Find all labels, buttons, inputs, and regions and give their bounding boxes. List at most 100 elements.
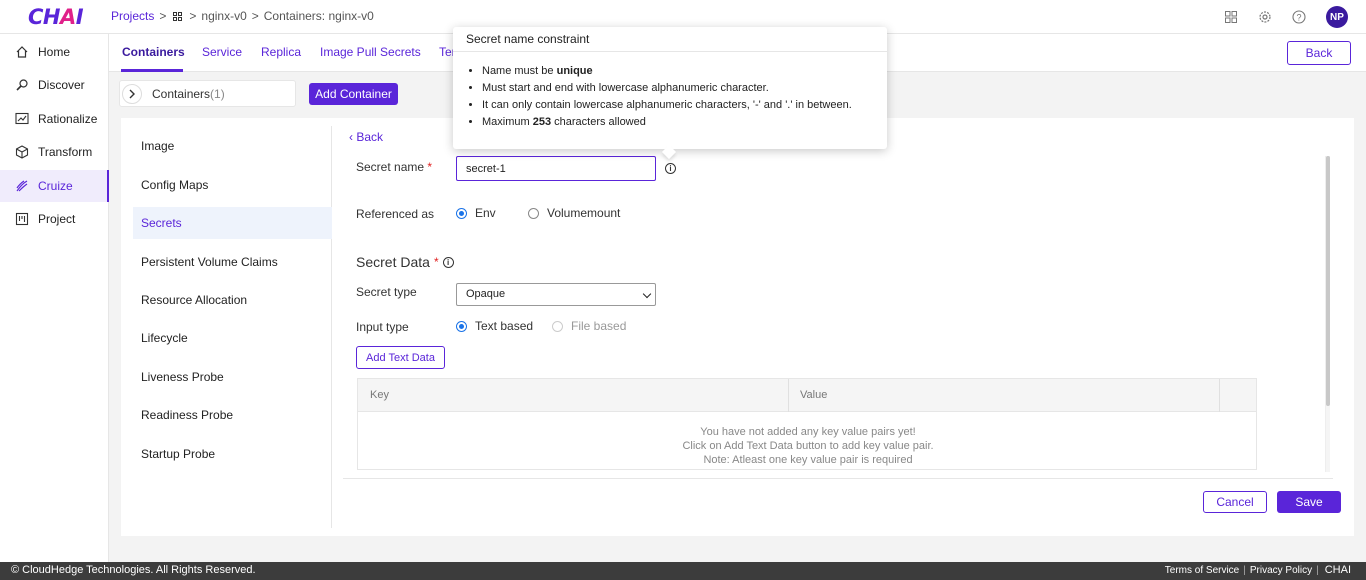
back-link-label: Back <box>356 130 384 144</box>
key-value-table: Key Value You have not added any key val… <box>357 378 1257 470</box>
constraint-emphasis: 253 <box>532 116 552 128</box>
add-text-data-button[interactable]: Add Text Data <box>356 346 445 369</box>
column-divider <box>788 379 789 412</box>
tab-service[interactable]: Service <box>202 45 242 59</box>
sidebar-item-rationalize[interactable]: Rationalize <box>0 103 109 135</box>
nav-item-readiness-probe[interactable]: Readiness Probe <box>133 399 332 431</box>
save-button[interactable]: Save <box>1277 491 1341 513</box>
cancel-button[interactable]: Cancel <box>1203 491 1267 513</box>
container-settings-nav: Image Config Maps Secrets Persistent Vol… <box>133 126 332 528</box>
terms-of-service-link[interactable]: Terms of Service <box>1161 565 1243 576</box>
nav-item-image[interactable]: Image <box>133 130 332 162</box>
required-mark: * <box>427 160 433 174</box>
nav-item-startup-probe[interactable]: Startup Probe <box>133 438 332 470</box>
sidebar-item-transform[interactable]: Transform <box>0 136 109 168</box>
key-value-table-header: Key Value <box>358 379 1256 412</box>
project-grid-icon <box>173 11 183 21</box>
sidebar-item-label: Cruize <box>38 179 73 193</box>
chevron-right-icon[interactable] <box>122 83 142 104</box>
project-icon <box>14 211 30 227</box>
cruize-icon <box>14 178 30 194</box>
secret-name-label-text: Secret name <box>356 160 425 174</box>
add-container-button[interactable]: Add Container <box>309 83 398 105</box>
secret-form: ‹ Back Secret name * i Referenced as Env… <box>343 126 1343 526</box>
tab-containers[interactable]: Containers <box>122 45 185 59</box>
sidebar-item-label: Rationalize <box>38 112 98 126</box>
nav-item-persistent-volume-claims[interactable]: Persistent Volume Claims <box>133 246 332 278</box>
chevron-down-icon <box>642 289 652 299</box>
radio-text-based-selected-icon <box>456 320 467 332</box>
sidebar-item-home[interactable]: Home <box>0 36 109 68</box>
secret-type-select[interactable]: Opaque <box>456 283 656 306</box>
radio-text-based[interactable]: Text based <box>456 319 533 333</box>
content-card: Image Config Maps Secrets Persistent Vol… <box>121 118 1354 536</box>
form-footer-divider <box>343 478 1333 479</box>
radio-text-based-label: Text based <box>475 319 534 333</box>
empty-state-line: Click on Add Text Data button to add key… <box>682 440 934 452</box>
settings-gear-icon[interactable] <box>1258 10 1272 24</box>
radio-env-selected-icon <box>456 207 467 219</box>
secret-data-title-text: Secret Data <box>356 254 430 270</box>
constraint-emphasis: unique <box>556 65 593 77</box>
chevron-left-icon: ‹ <box>349 130 353 144</box>
breadcrumb-current: Containers: nginx-v0 <box>263 9 374 23</box>
tab-replica[interactable]: Replica <box>261 45 301 59</box>
column-value: Value <box>800 389 828 401</box>
radio-file-based[interactable]: File based <box>552 319 626 333</box>
breadcrumb-separator-icon: > <box>189 9 197 23</box>
secret-type-value: Opaque <box>466 288 506 300</box>
secret-data-title: Secret Data * i <box>356 254 454 270</box>
apps-grid-icon[interactable] <box>1224 10 1238 24</box>
sidebar-item-label: Project <box>38 212 76 226</box>
tab-image-pull-secrets[interactable]: Image Pull Secrets <box>320 45 421 59</box>
secret-data-info-icon[interactable]: i <box>442 256 454 268</box>
nav-item-lifecycle[interactable]: Lifecycle <box>133 322 332 354</box>
nav-item-config-maps[interactable]: Config Maps <box>133 169 332 201</box>
empty-state-line: You have not added any key value pairs y… <box>700 426 916 438</box>
form-scrollbar[interactable] <box>1325 156 1330 472</box>
cube-icon <box>14 144 30 160</box>
empty-state-line: Note: Atleast one key value pair is requ… <box>703 454 913 466</box>
help-icon[interactable]: ? <box>1292 10 1306 24</box>
footer-brand: CHAI <box>1324 564 1351 576</box>
constraint-text: Name must be <box>482 65 557 77</box>
breadcrumb-separator-icon: > <box>251 9 259 23</box>
privacy-policy-link[interactable]: Privacy Policy <box>1246 565 1316 576</box>
sidebar-item-cruize[interactable]: Cruize <box>0 170 109 202</box>
breadcrumb-projects[interactable]: Projects <box>111 9 154 23</box>
constraint-item: It can only contain lowercase alphanumer… <box>482 97 882 114</box>
active-tab-indicator <box>121 69 183 72</box>
radio-env[interactable]: Env <box>456 206 496 220</box>
chai-logo[interactable]: CHAI <box>28 5 84 29</box>
required-mark: * <box>433 255 439 269</box>
secret-name-input[interactable] <box>456 156 656 181</box>
back-link[interactable]: ‹ Back <box>349 130 383 144</box>
user-avatar[interactable]: NP <box>1326 6 1348 28</box>
svg-text:?: ? <box>1296 13 1301 23</box>
footer: © CloudHedge Technologies. All Rights Re… <box>0 562 1366 580</box>
breadcrumb: Projects > > nginx-v0 > Containers: ngin… <box>111 9 374 23</box>
back-button[interactable]: Back <box>1287 41 1351 65</box>
secret-name-info-icon[interactable]: i <box>665 163 676 174</box>
sidebar-item-discover[interactable]: Discover <box>0 69 109 101</box>
tooltip-title: Secret name constraint <box>453 27 887 52</box>
scrollbar-thumb[interactable] <box>1326 156 1330 406</box>
containers-count: (1) <box>210 86 225 101</box>
radio-file-based-unselected-icon <box>552 320 563 332</box>
radio-volumemount-unselected-icon <box>528 207 539 219</box>
constraint-item: Maximum 253 characters allowed <box>482 114 882 131</box>
radio-env-label: Env <box>475 206 496 220</box>
nav-item-secrets[interactable]: Secrets <box>133 207 332 239</box>
sidebar-item-project[interactable]: Project <box>0 203 109 235</box>
nav-item-resource-allocation[interactable]: Resource Allocation <box>133 284 332 316</box>
breadcrumb-separator-icon: > <box>159 9 167 23</box>
home-icon <box>14 44 30 60</box>
radio-volumemount[interactable]: Volumemount <box>528 206 620 220</box>
nav-item-liveness-probe[interactable]: Liveness Probe <box>133 361 332 393</box>
footer-copyright: © CloudHedge Technologies. All Rights Re… <box>11 564 256 576</box>
sidebar: Home Discover Rationalize Transform Crui… <box>0 34 109 562</box>
tooltip-constraint-list: Name must be unique Must start and end w… <box>482 63 882 131</box>
containers-label-text: Containers <box>152 86 211 101</box>
discover-icon <box>14 77 30 93</box>
breadcrumb-project[interactable]: nginx-v0 <box>201 9 246 23</box>
